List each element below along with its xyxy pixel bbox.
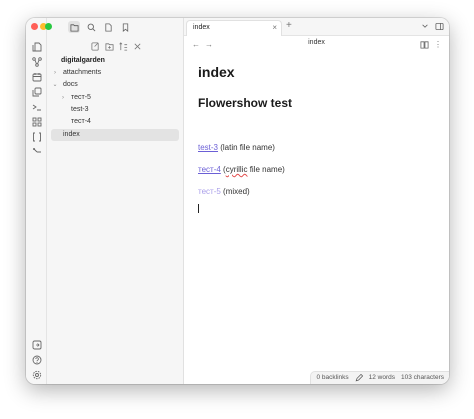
tab-index[interactable]: index × bbox=[186, 20, 282, 36]
collapse-icon[interactable] bbox=[131, 40, 143, 52]
file-test-4[interactable]: тест-4 bbox=[51, 116, 179, 128]
line-text: file name) bbox=[247, 165, 285, 174]
tab-bar: index × + bbox=[184, 18, 449, 36]
file-index[interactable]: index bbox=[51, 129, 179, 141]
status-bar: 0 backlinks 12 words 103 characters bbox=[310, 371, 449, 384]
new-note-icon[interactable] bbox=[89, 40, 101, 52]
close-window-button[interactable] bbox=[31, 23, 38, 30]
sort-icon[interactable] bbox=[117, 40, 129, 52]
help-icon[interactable] bbox=[30, 353, 43, 366]
tree-item-label: index bbox=[63, 131, 80, 138]
spellcheck-word[interactable]: cyrillic bbox=[226, 165, 248, 174]
ribbon bbox=[26, 18, 47, 384]
unresolved-link-test-5[interactable]: тест-5 bbox=[198, 187, 221, 196]
tree-item-label: attachments bbox=[63, 69, 102, 76]
terminal-icon[interactable] bbox=[30, 100, 43, 113]
search-icon[interactable] bbox=[85, 21, 97, 33]
folder-docs[interactable]: ⌄ docs bbox=[51, 79, 179, 91]
file-explorer-sidebar: digitalgarden › attachments ⌄ docs › тес… bbox=[45, 18, 184, 384]
folder-attachments[interactable]: › attachments bbox=[51, 67, 179, 79]
tree-item-label: docs bbox=[63, 81, 78, 88]
text-cursor bbox=[198, 204, 199, 213]
reading-view-icon[interactable] bbox=[418, 38, 430, 50]
blocks-icon[interactable] bbox=[30, 115, 43, 128]
settings-icon[interactable] bbox=[30, 368, 43, 381]
chevron-right-icon[interactable]: › bbox=[51, 67, 59, 79]
internal-link-test-4[interactable]: тест-4 bbox=[198, 165, 221, 174]
tab-label: index bbox=[193, 24, 210, 31]
editor-pane: index × + ← → index ⋮ index Flowershow t… bbox=[184, 18, 449, 384]
note-line-3: тест-5 (mixed) bbox=[198, 187, 250, 196]
internal-link-test-3[interactable]: test-3 bbox=[198, 143, 218, 152]
files-icon[interactable] bbox=[30, 40, 43, 53]
tree-item-label: тест-5 bbox=[71, 94, 91, 101]
character-count: 103 characters bbox=[401, 374, 444, 381]
bookmark-icon[interactable] bbox=[119, 21, 131, 33]
sidebar-toolbar bbox=[47, 18, 184, 36]
note-content[interactable]: index Flowershow test test-3 (latin file… bbox=[198, 64, 438, 213]
edit-pencil-icon[interactable] bbox=[355, 374, 363, 382]
close-tab-icon[interactable]: × bbox=[272, 21, 277, 35]
more-options-icon[interactable]: ⋮ bbox=[432, 38, 444, 50]
vault-switch-icon[interactable] bbox=[30, 338, 43, 351]
tree-item-label: test-3 bbox=[71, 106, 89, 113]
graph-icon[interactable] bbox=[30, 55, 43, 68]
chevron-right-icon[interactable]: › bbox=[59, 92, 67, 104]
folder-test-5[interactable]: › тест-5 bbox=[51, 92, 179, 104]
tab-list-chevron-icon[interactable] bbox=[421, 22, 429, 30]
tree-item-label: тест-4 bbox=[71, 118, 91, 125]
note-line-1: test-3 (latin file name) bbox=[198, 143, 275, 152]
brackets-icon[interactable] bbox=[30, 130, 43, 143]
backlinks-count[interactable]: 0 backlinks bbox=[316, 372, 348, 384]
chevron-down-icon[interactable]: ⌄ bbox=[51, 79, 59, 91]
word-count: 12 words bbox=[368, 374, 395, 381]
note-line-2: тест-4 (cyrillic file name) bbox=[198, 165, 285, 174]
file-explorer-icon[interactable] bbox=[68, 21, 80, 33]
right-sidebar-toggle-icon[interactable] bbox=[435, 22, 444, 31]
new-tab-button[interactable]: + bbox=[286, 20, 292, 31]
vault-root[interactable]: digitalgarden bbox=[51, 55, 179, 67]
bookmark-file-icon[interactable] bbox=[102, 21, 114, 33]
note-heading: Flowershow test bbox=[198, 96, 293, 110]
note-title: index bbox=[198, 64, 235, 80]
git-icon[interactable] bbox=[30, 145, 43, 158]
copy-icon[interactable] bbox=[30, 85, 43, 98]
nav-bar: ← → index ⋮ bbox=[184, 36, 449, 52]
calendar-icon[interactable] bbox=[30, 70, 43, 83]
file-test-3[interactable]: test-3 bbox=[51, 104, 179, 116]
app-window: digitalgarden › attachments ⌄ docs › тес… bbox=[26, 18, 449, 384]
new-folder-icon[interactable] bbox=[103, 40, 115, 52]
line-text: (latin file name) bbox=[218, 143, 275, 152]
note-title-breadcrumb[interactable]: index bbox=[184, 39, 449, 46]
line-text: (mixed) bbox=[220, 187, 250, 196]
